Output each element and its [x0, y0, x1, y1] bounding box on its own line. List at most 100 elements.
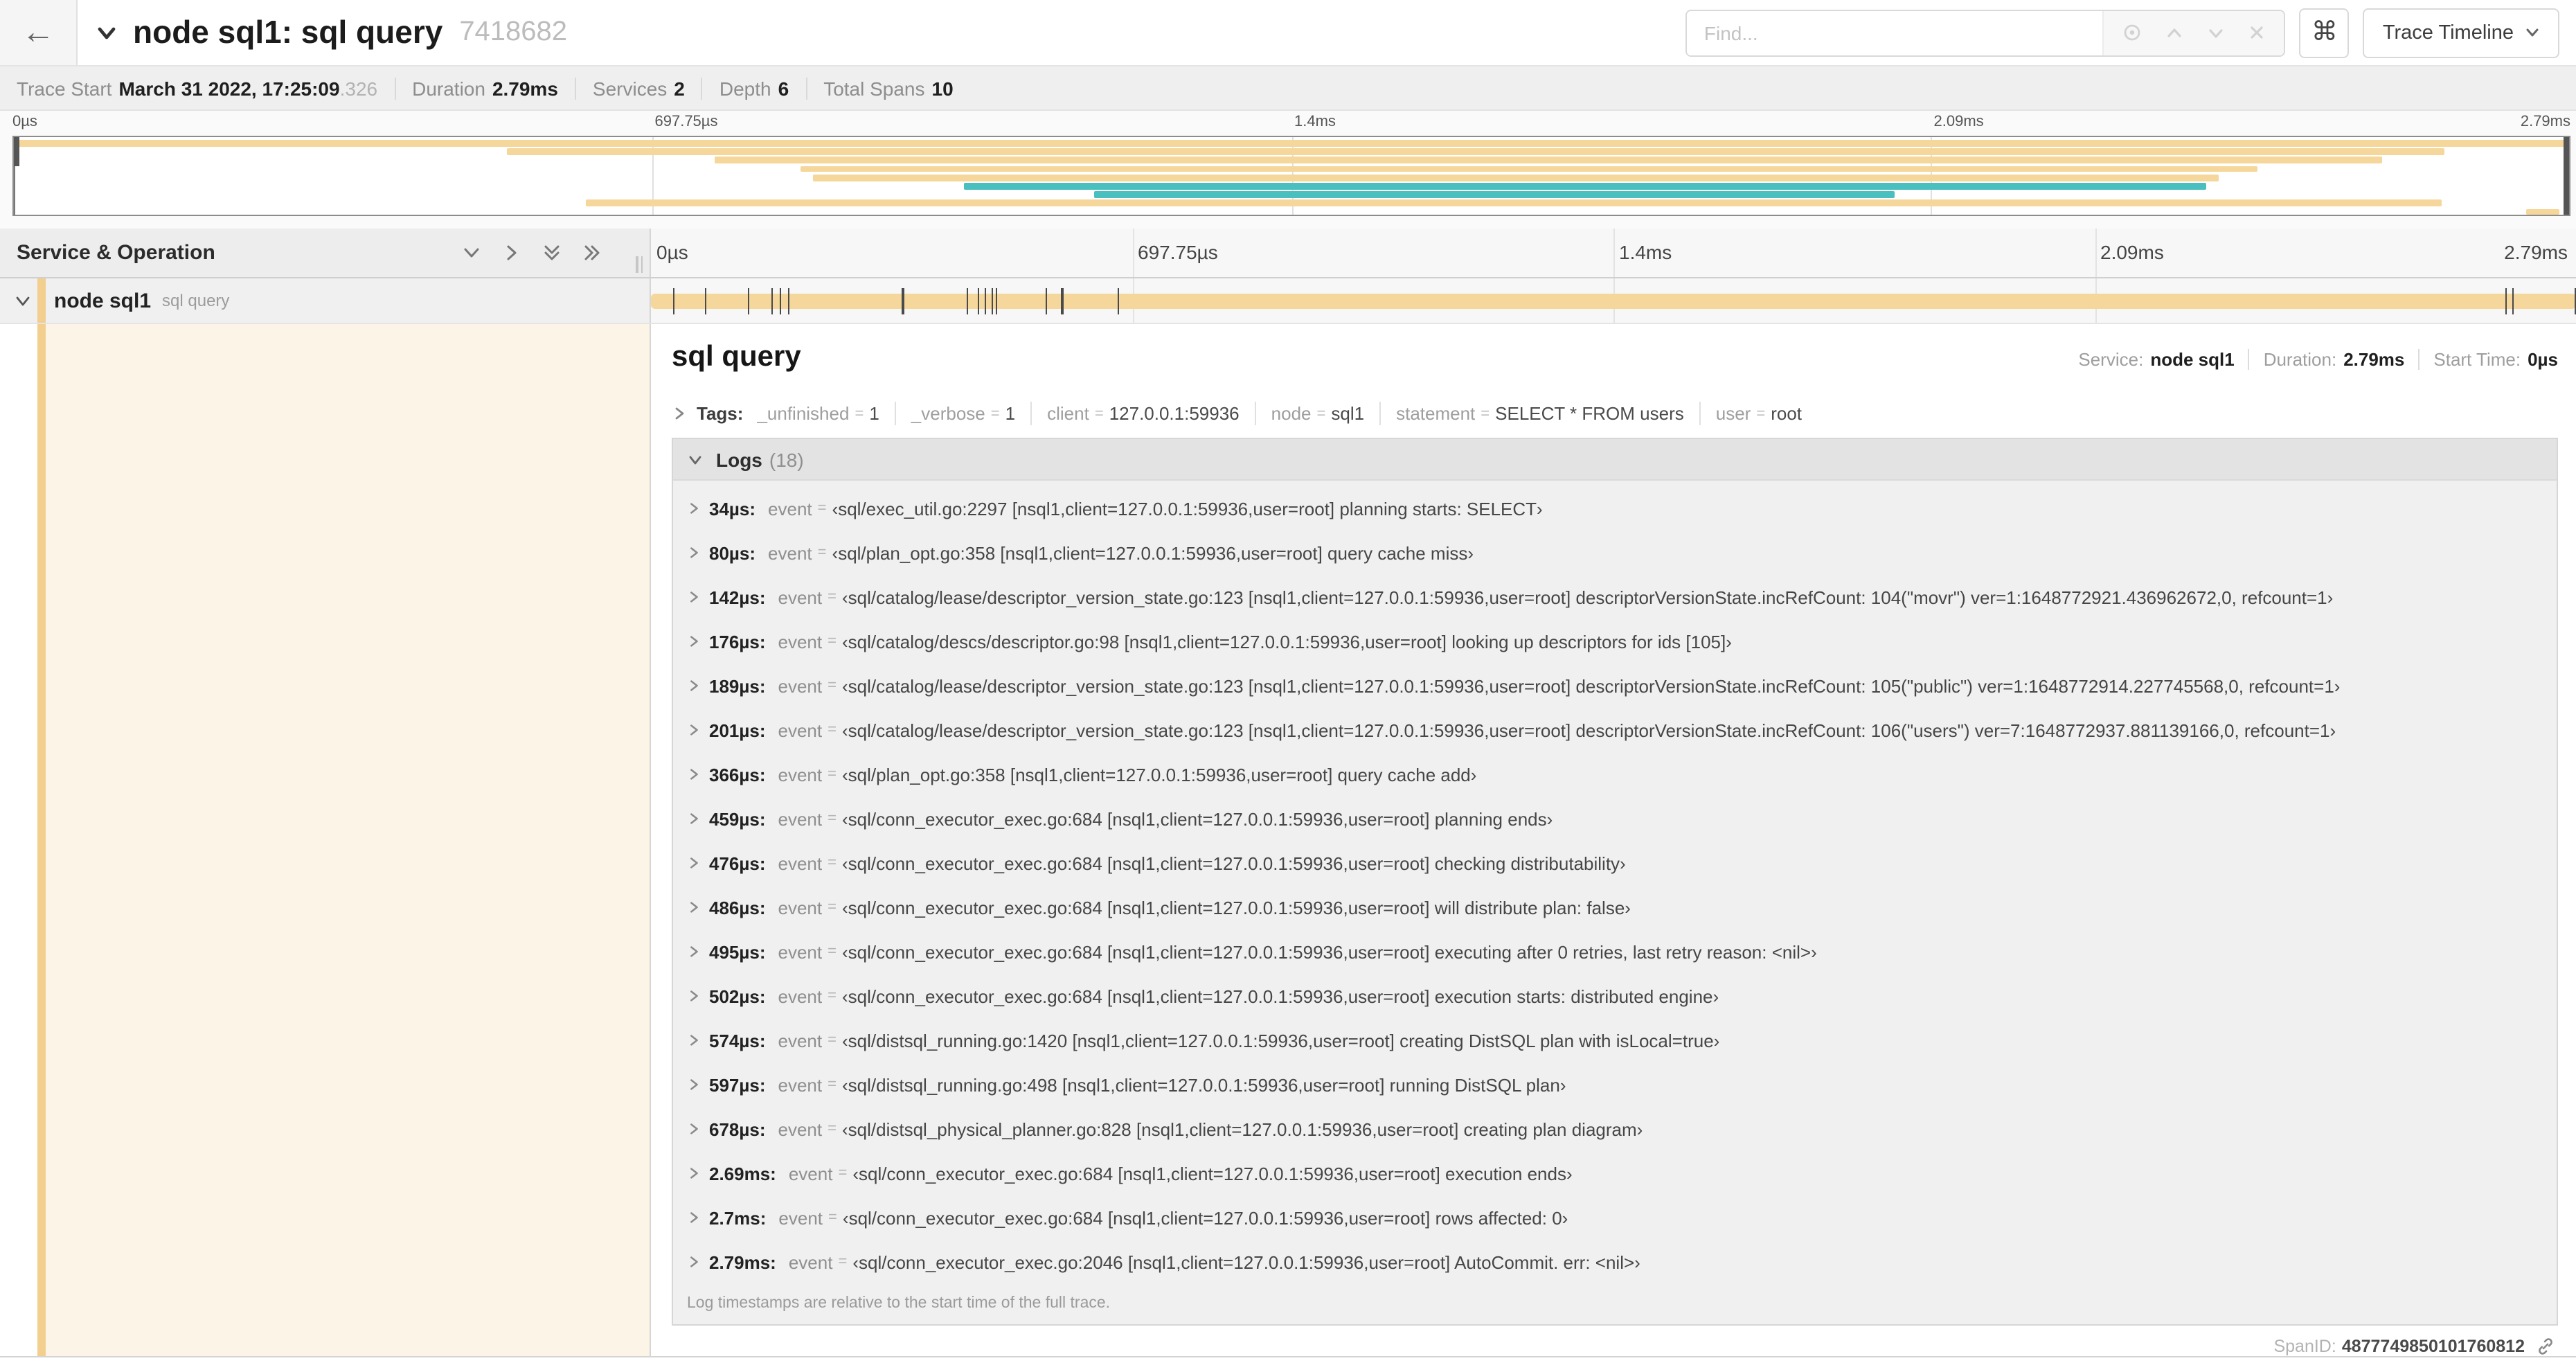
log-row[interactable]: 476µs: event = ‹sql/conn_executor_exec.go:6…	[673, 841, 2557, 885]
log-row[interactable]: 2.79ms: event = ‹sql/conn_executor_exec.go:…	[673, 1240, 2557, 1284]
keyboard-shortcuts-button[interactable]: ⌘	[2299, 8, 2350, 57]
span-duration-bar[interactable]	[651, 294, 2576, 309]
log-row[interactable]: 80µs: event = ‹sql/plan_opt.go:358 [nsql1,c…	[673, 531, 2557, 575]
log-field-key: event	[778, 808, 823, 829]
find-prev-icon[interactable]	[2165, 23, 2185, 42]
minimap-span-bar	[507, 148, 2444, 155]
log-marker-tick[interactable]	[902, 288, 904, 314]
log-row[interactable]: 597µs: event = ‹sql/distsql_running.go:498 …	[673, 1062, 2557, 1107]
find-next-icon[interactable]	[2207, 23, 2226, 42]
log-row[interactable]: 189µs: event = ‹sql/catalog/lease/descripto…	[673, 663, 2557, 708]
minimap-left-scrubber-grip[interactable]	[14, 137, 19, 167]
trace-view-selector[interactable]: Trace Timeline	[2363, 8, 2559, 57]
minimap-right-scrubber-grip[interactable]	[2564, 137, 2569, 215]
log-marker-tick[interactable]	[1117, 288, 1119, 314]
log-marker-tick[interactable]	[771, 288, 773, 314]
log-row[interactable]: 502µs: event = ‹sql/conn_executor_exec.go:6…	[673, 974, 2557, 1018]
expand-one-icon[interactable]	[501, 242, 522, 263]
log-marker-tick[interactable]	[985, 288, 987, 314]
log-equals: =	[828, 677, 837, 694]
trace-timeline-page: ← node sql1: sql query 7418682 Find... ⌘…	[0, 0, 2576, 1363]
collapse-one-icon[interactable]	[461, 242, 482, 263]
focus-target-icon[interactable]	[2122, 22, 2143, 43]
back-button[interactable]: ←	[0, 0, 78, 65]
title-chevron-down-icon[interactable]	[94, 20, 119, 45]
log-field-key: event	[778, 631, 823, 652]
trace-minimap-section: 0µs 697.75µs 1.4ms 2.09ms 2.79ms	[0, 111, 2576, 229]
log-equals: =	[828, 589, 837, 605]
span-detail-meta: Service: node sql1 Duration: 2.79ms Start Ti…	[2078, 349, 2558, 370]
log-chevron-right-icon	[687, 945, 709, 959]
minimap-canvas[interactable]	[12, 136, 2570, 216]
log-field-key: event	[778, 764, 823, 785]
log-field-key: event	[778, 675, 823, 696]
log-marker-tick[interactable]	[672, 288, 675, 314]
log-field-value: ‹sql/conn_executor_exec.go:684 [nsql1,cl…	[842, 1207, 1568, 1228]
span-row[interactable]: node sql1 sql query	[0, 278, 2576, 324]
column-resizer-handle[interactable]	[636, 256, 643, 273]
log-marker-tick[interactable]	[747, 288, 749, 314]
log-field-value: ‹sql/catalog/lease/descriptor_version_st…	[842, 720, 2336, 740]
collapse-all-icon[interactable]	[542, 242, 562, 263]
log-row[interactable]: 34µs: event = ‹sql/exec_util.go:2297 [nsql1…	[673, 486, 2557, 531]
log-equals: =	[828, 633, 837, 650]
divider	[1254, 402, 1256, 425]
log-chevron-right-icon	[687, 812, 709, 826]
divider	[1030, 402, 1032, 425]
find-clear-icon[interactable]	[2248, 24, 2266, 42]
log-marker-tick[interactable]	[788, 288, 790, 314]
log-row[interactable]: 678µs: event = ‹sql/distsql_physical_planne…	[673, 1107, 2557, 1151]
collapse-controls	[461, 242, 638, 263]
log-marker-tick[interactable]	[2505, 288, 2507, 314]
log-chevron-right-icon	[687, 856, 709, 870]
log-row[interactable]: 2.69ms: event = ‹sql/conn_executor_exec.go:…	[673, 1151, 2557, 1195]
log-equals: =	[817, 544, 827, 561]
log-chevron-right-icon	[687, 679, 709, 693]
log-chevron-right-icon	[687, 1166, 709, 1180]
expand-all-icon[interactable]	[582, 242, 602, 263]
span-row-name-cell[interactable]: node sql1 sql query	[0, 278, 651, 323]
log-marker-tick[interactable]	[991, 288, 993, 314]
stat-value-fraction: .326	[339, 77, 378, 99]
axis-tick-label: 1.4ms	[1619, 241, 1672, 263]
log-row[interactable]: 486µs: event = ‹sql/conn_executor_exec.go:6…	[673, 885, 2557, 929]
tag-value: 127.0.0.1:59936	[1109, 403, 1240, 424]
log-chevron-right-icon	[687, 590, 709, 604]
log-row[interactable]: 142µs: event = ‹sql/catalog/lease/descripto…	[673, 575, 2557, 619]
log-row[interactable]: 366µs: event = ‹sql/plan_opt.go:358 [nsql1,…	[673, 752, 2557, 796]
log-field-value: ‹sql/conn_executor_exec.go:684 [nsql1,cl…	[852, 1163, 1573, 1184]
span-row-timeline-cell[interactable]	[651, 278, 2576, 323]
log-marker-tick[interactable]	[704, 288, 707, 314]
tag-item: client = 127.0.0.1:59936	[1047, 403, 1240, 424]
span-collapse-chevron-icon[interactable]	[14, 292, 32, 310]
tag-item: node = sql1	[1271, 403, 1364, 424]
minimap-time-labels: 0µs 697.75µs 1.4ms 2.09ms 2.79ms	[12, 111, 2570, 134]
log-marker-tick[interactable]	[966, 288, 968, 314]
log-row[interactable]: 2.7ms: event = ‹sql/conn_executor_exec.go:6…	[673, 1195, 2557, 1240]
log-marker-tick[interactable]	[2512, 288, 2514, 314]
axis-tick-label: 0µs	[656, 241, 688, 263]
log-marker-tick[interactable]	[978, 288, 980, 314]
log-marker-tick[interactable]	[1061, 288, 1064, 314]
span-color-strip	[37, 324, 46, 1356]
log-marker-tick[interactable]	[1045, 288, 1048, 314]
log-timestamp: 2.79ms:	[709, 1251, 776, 1272]
log-marker-tick[interactable]	[780, 288, 782, 314]
tags-accordion[interactable]: Tags: _unfinished = 1 _verbose = 1 client = 127.…	[672, 399, 2558, 438]
minimap-time-label: 2.79ms	[2520, 114, 2570, 130]
log-row[interactable]: 459µs: event = ‹sql/conn_executor_exec.go:6…	[673, 796, 2557, 841]
logs-header[interactable]: Logs (18)	[673, 439, 2557, 481]
log-marker-tick[interactable]	[996, 288, 998, 314]
log-row[interactable]: 495µs: event = ‹sql/conn_executor_exec.go:6…	[673, 929, 2557, 974]
divider	[701, 77, 703, 99]
deep-link-icon[interactable]	[2536, 1337, 2555, 1356]
log-row[interactable]: 574µs: event = ‹sql/distsql_running.go:1420…	[673, 1018, 2557, 1062]
tag-value: root	[1771, 403, 1803, 424]
stat-value: March 31 2022, 17:25:09.326	[118, 77, 378, 99]
tag-equals: =	[855, 405, 864, 422]
log-row[interactable]: 176µs: event = ‹sql/catalog/descs/descripto…	[673, 619, 2557, 663]
log-timestamp: 201µs:	[709, 720, 766, 740]
stat-value: 2	[674, 77, 685, 99]
log-row[interactable]: 201µs: event = ‹sql/catalog/lease/descripto…	[673, 708, 2557, 752]
find-input[interactable]	[1687, 10, 2103, 55]
